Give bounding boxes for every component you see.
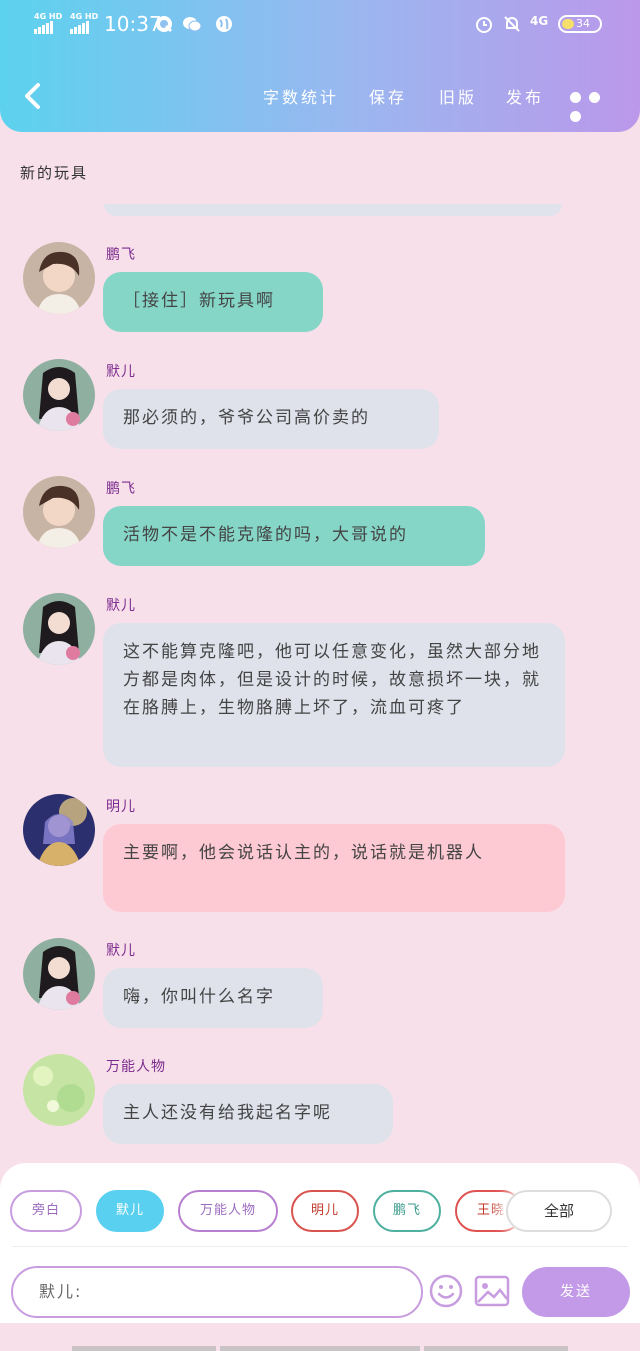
sender-name: 默儿: [106, 943, 136, 959]
message-bubble: 嗨，你叫什么名字: [103, 968, 323, 1028]
message-bubble: ［接住］新玩具啊: [103, 272, 323, 332]
globe-icon: [216, 16, 232, 32]
character-chip-pengfei[interactable]: 鹏飞: [373, 1190, 441, 1232]
signal-1: 4G HD: [34, 12, 62, 34]
sender-name: 明儿: [106, 799, 136, 815]
message-input[interactable]: 默儿:: [11, 1266, 423, 1318]
sender-name: 默儿: [106, 364, 136, 380]
battery-indicator: 34: [558, 15, 602, 33]
all-characters-button[interactable]: 全部: [506, 1190, 612, 1232]
document-title: 新的玩具: [20, 164, 89, 182]
avatar-moer[interactable]: [23, 359, 95, 431]
sender-name: 鹏飞: [106, 247, 136, 263]
q-app-icon: [156, 16, 173, 33]
avatar-moer[interactable]: [23, 593, 95, 665]
wechat-icon: [183, 17, 202, 32]
emoji-icon[interactable]: [428, 1273, 464, 1309]
sender-name: 鹏飞: [106, 481, 136, 497]
message-bubble: 主人还没有给我起名字呢: [103, 1084, 393, 1144]
signal-2: 4G HD: [70, 12, 98, 34]
status-time: 10:37: [104, 12, 162, 36]
old-version-button[interactable]: 旧版: [439, 84, 477, 108]
send-button[interactable]: 发送: [522, 1267, 630, 1317]
word-count-button[interactable]: 字数统计: [263, 84, 339, 108]
save-button[interactable]: 保存: [369, 84, 407, 108]
signal-2-label: 4G HD: [70, 12, 99, 21]
character-chip-universal[interactable]: 万能人物: [178, 1190, 278, 1232]
character-chip-minger[interactable]: 明儿: [291, 1190, 359, 1232]
character-chip-moer[interactable]: 默儿: [96, 1190, 164, 1232]
previous-bubble-edge: [104, 204, 562, 216]
mute-bell-icon: [504, 16, 520, 32]
system-nav-bar: [0, 1323, 640, 1351]
avatar-universal[interactable]: [23, 1054, 95, 1126]
avatar-moer[interactable]: [23, 938, 95, 1010]
status-bar: 4G HD 4G HD 10:37 4G 34: [0, 10, 640, 40]
sender-name: 默儿: [106, 598, 136, 614]
battery-level: 34: [576, 17, 590, 30]
avatar-minger[interactable]: [23, 794, 95, 866]
avatar-pengfei[interactable]: [23, 476, 95, 548]
publish-button[interactable]: 发布: [506, 84, 544, 108]
message-bubble: 活物不是不能克隆的吗，大哥说的: [103, 506, 485, 566]
avatar-pengfei[interactable]: [23, 242, 95, 314]
message-bubble: 那必须的，爷爷公司高价卖的: [103, 389, 439, 449]
message-bubble: 这不能算克隆吧，他可以任意变化，虽然大部分地方都是肉体，但是设计的时候，故意损坏…: [103, 623, 565, 767]
more-options-icon[interactable]: [570, 88, 626, 122]
message-bubble: 主要啊，他会说话认主的，说话就是机器人: [103, 824, 565, 912]
alarm-icon: [476, 17, 492, 33]
signal-1-label: 4G HD: [34, 12, 63, 21]
image-icon[interactable]: [474, 1275, 510, 1307]
network-type: 4G: [530, 14, 549, 28]
top-header: 4G HD 4G HD 10:37 4G 34 字数统计 保存 旧版 发布: [0, 0, 640, 132]
divider: [12, 1246, 628, 1247]
character-chip-narrator[interactable]: 旁白: [10, 1190, 82, 1232]
back-arrow-icon[interactable]: [22, 82, 44, 110]
sender-name: 万能人物: [106, 1059, 166, 1075]
composer-panel: 旁白 默儿 万能人物 明儿 鹏飞 王晓 全部 默儿: 发送: [0, 1163, 640, 1323]
